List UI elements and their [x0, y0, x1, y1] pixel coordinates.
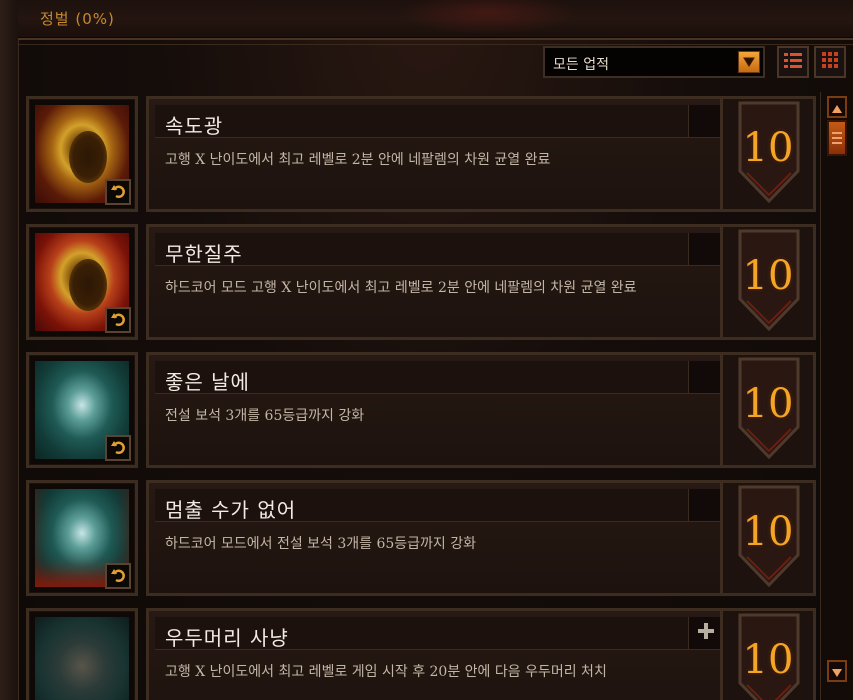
- demon-head-icon: [35, 617, 129, 700]
- achievement-item[interactable]: 무한질주 하드코어 모드 고행 X 난이도에서 최고 레벨로 2분 안에 네팔렘…: [18, 220, 818, 342]
- achievement-body: 무한질주 하드코어 모드 고행 X 난이도에서 최고 레벨로 2분 안에 네팔렘…: [146, 224, 736, 340]
- scroll-down-button[interactable]: [827, 660, 847, 682]
- achievement-icon: [26, 608, 138, 700]
- title-bar: 좋은 날에: [155, 361, 723, 394]
- achievement-description: 하드코어 모드에서 전설 보석 3개를 65등급까지 강화: [165, 536, 477, 552]
- undo-button[interactable]: [105, 563, 131, 589]
- title-slot: [688, 361, 723, 393]
- filter-selected-label: 모든 업적: [553, 57, 609, 73]
- undo-button[interactable]: [105, 307, 131, 333]
- undo-icon: [111, 567, 125, 586]
- undo-icon: [111, 183, 125, 202]
- achievement-icon: [26, 352, 138, 468]
- achievement-item[interactable]: 좋은 날에 전설 보석 3개를 65등급까지 강화 10: [18, 348, 818, 470]
- achievement-description: 하드코어 모드 고행 X 난이도에서 최고 레벨로 2분 안에 네팔렘의 차원 …: [165, 280, 637, 296]
- cross-icon: [698, 623, 714, 643]
- achievement-panel: 정벌 (0%) 모든 업적 속도광 고행 X 난이도에서 최고 레벨로 2분 안…: [0, 0, 853, 700]
- header-bar: 정벌 (0%): [18, 0, 853, 40]
- achievement-item[interactable]: 우두머리 사냥 고행 X 난이도에서 최고 레벨로 게임 시작 후 20분 안에…: [18, 604, 818, 700]
- points-value: 10: [742, 637, 794, 683]
- filter-dropdown[interactable]: 모든 업적: [543, 46, 765, 78]
- scroll-thumb[interactable]: [827, 120, 847, 156]
- achievement-icon: [26, 224, 138, 340]
- achievement-description: 고행 X 난이도에서 최고 레벨로 게임 시작 후 20분 안에 다음 우두머리…: [165, 664, 607, 680]
- title-bar: 우두머리 사냥: [155, 617, 723, 650]
- achievement-description: 고행 X 난이도에서 최고 레벨로 2분 안에 네팔렘의 차원 균열 완료: [165, 152, 551, 168]
- achievement-icon: [26, 96, 138, 212]
- achievement-points: 10: [720, 480, 816, 596]
- title-slot: [688, 489, 723, 521]
- grid-view-icon: [821, 51, 839, 73]
- achievement-body: 속도광 고행 X 난이도에서 최고 레벨로 2분 안에 네팔렘의 차원 균열 완…: [146, 96, 736, 212]
- title-slot: [688, 233, 723, 265]
- chevron-down-icon[interactable]: [738, 51, 760, 73]
- list-view-icon: [783, 51, 803, 73]
- achievement-title: 좋은 날에: [165, 370, 250, 394]
- title-slot: [688, 617, 723, 649]
- achievement-item[interactable]: 멈출 수가 없어 하드코어 모드에서 전설 보석 3개를 65등급까지 강화 1…: [18, 476, 818, 598]
- achievement-description: 전설 보석 3개를 65등급까지 강화: [165, 408, 365, 424]
- achievement-points: 10: [720, 224, 816, 340]
- scroll-up-button[interactable]: [827, 96, 847, 118]
- points-value: 10: [742, 253, 794, 299]
- achievement-title: 우두머리 사냥: [165, 626, 289, 650]
- points-value: 10: [742, 381, 794, 427]
- achievement-title: 속도광: [165, 114, 224, 138]
- achievement-body: 우두머리 사냥 고행 X 난이도에서 최고 레벨로 게임 시작 후 20분 안에…: [146, 608, 736, 700]
- achievement-icon: [26, 480, 138, 596]
- achievement-list[interactable]: 속도광 고행 X 난이도에서 최고 레벨로 2분 안에 네팔렘의 차원 균열 완…: [18, 92, 818, 700]
- scrollbar[interactable]: [820, 92, 853, 700]
- achievement-points: 10: [720, 352, 816, 468]
- title-bar: 무한질주: [155, 233, 723, 266]
- achievement-title: 멈출 수가 없어: [165, 498, 297, 522]
- undo-icon: [111, 439, 125, 458]
- title-bar: 멈출 수가 없어: [155, 489, 723, 522]
- achievement-item[interactable]: 속도광 고행 X 난이도에서 최고 레벨로 2분 안에 네팔렘의 차원 균열 완…: [18, 92, 818, 214]
- title-bar: 속도광: [155, 105, 723, 138]
- undo-icon: [111, 311, 125, 330]
- points-value: 10: [742, 125, 794, 171]
- undo-button[interactable]: [105, 179, 131, 205]
- undo-button[interactable]: [105, 435, 131, 461]
- list-view-button[interactable]: [777, 46, 809, 78]
- achievement-points: 10: [720, 608, 816, 700]
- divider: [18, 44, 853, 45]
- category-title: 정벌 (0%): [40, 10, 115, 28]
- achievement-points: 10: [720, 96, 816, 212]
- grid-view-button[interactable]: [814, 46, 846, 78]
- points-value: 10: [742, 509, 794, 555]
- achievement-title: 무한질주: [165, 242, 243, 266]
- achievement-body: 좋은 날에 전설 보석 3개를 65등급까지 강화: [146, 352, 736, 468]
- title-slot: [688, 105, 723, 137]
- arrow-up-icon: [832, 98, 842, 117]
- header-ornament: [398, 0, 578, 34]
- arrow-down-icon: [832, 662, 842, 681]
- achievement-body: 멈출 수가 없어 하드코어 모드에서 전설 보석 3개를 65등급까지 강화: [146, 480, 736, 596]
- left-rail: [0, 0, 19, 700]
